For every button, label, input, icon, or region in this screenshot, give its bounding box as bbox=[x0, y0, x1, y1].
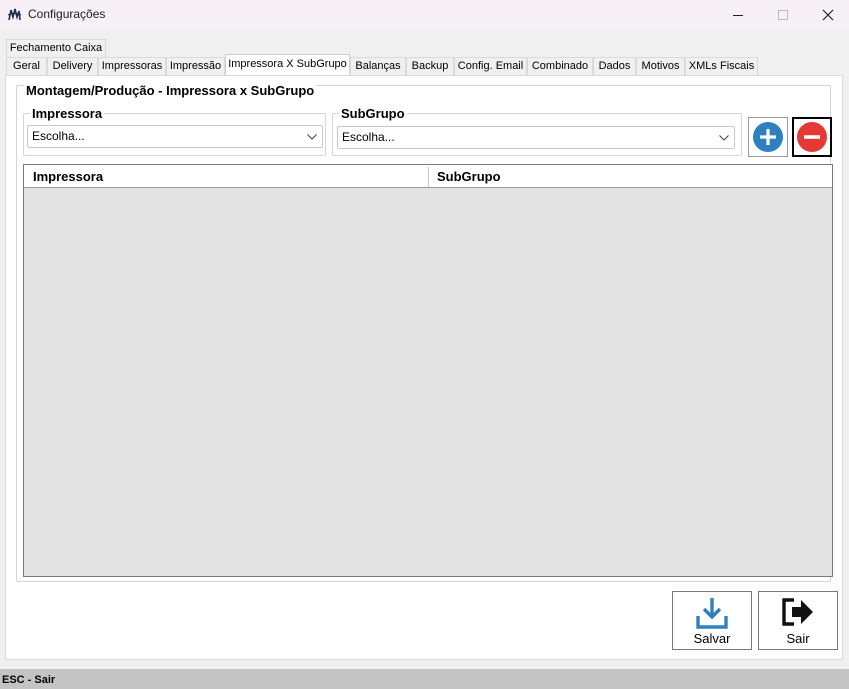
window-title: Configurações bbox=[28, 7, 106, 21]
exit-arrow-icon bbox=[782, 598, 813, 626]
remove-button[interactable] bbox=[792, 117, 832, 157]
maximize-icon bbox=[777, 9, 788, 20]
status-bar: ESC - Sair bbox=[0, 669, 849, 689]
tab-geral[interactable]: Geral bbox=[6, 57, 47, 75]
title-bar: Configurações bbox=[0, 0, 849, 30]
subgrupo-select[interactable]: Escolha... bbox=[337, 126, 735, 149]
minus-circle-icon bbox=[797, 122, 827, 152]
minimize-button[interactable] bbox=[715, 0, 761, 30]
column-header-impressora[interactable]: Impressora bbox=[24, 165, 428, 187]
tab-combinado[interactable]: Combinado bbox=[527, 57, 593, 75]
column-header-subgrupo[interactable]: SubGrupo bbox=[428, 165, 832, 187]
tab-impressoras[interactable]: Impressoras bbox=[98, 57, 166, 75]
close-button[interactable] bbox=[805, 0, 849, 30]
plus-circle-icon bbox=[753, 122, 783, 152]
tab-dados[interactable]: Dados bbox=[593, 57, 636, 75]
tab-delivery[interactable]: Delivery bbox=[47, 57, 98, 75]
impressora-subgrupo-grid[interactable]: Impressora SubGrupo bbox=[23, 164, 833, 577]
impressora-select-value: Escolha... bbox=[32, 129, 85, 143]
tab-impressao[interactable]: Impressão bbox=[166, 57, 225, 75]
chevron-down-icon bbox=[306, 126, 318, 147]
tab-backup[interactable]: Backup bbox=[406, 57, 454, 75]
save-label: Salvar bbox=[693, 631, 731, 646]
tab-config-email[interactable]: Config. Email bbox=[454, 57, 527, 75]
tab-fechamento-caixa[interactable]: Fechamento Caixa bbox=[6, 39, 106, 57]
chevron-down-icon bbox=[718, 127, 730, 148]
close-icon bbox=[822, 9, 834, 21]
tab-page: Montagem/Produção - Impressora x SubGrup… bbox=[5, 75, 843, 660]
save-button[interactable]: Salvar bbox=[672, 591, 752, 650]
app-logo-icon bbox=[7, 8, 22, 21]
maximize-button[interactable] bbox=[760, 0, 806, 30]
exit-button[interactable]: Sair bbox=[758, 591, 838, 650]
tab-impressora-x-subgrupo[interactable]: Impressora X SubGrupo bbox=[225, 54, 350, 75]
add-button[interactable] bbox=[748, 117, 788, 157]
minimize-icon bbox=[732, 14, 743, 16]
subgrupo-label: SubGrupo bbox=[339, 106, 407, 121]
tab-motivos[interactable]: Motivos bbox=[636, 57, 685, 75]
tab-xmls-fiscais[interactable]: XMLs Fiscais bbox=[685, 57, 758, 75]
exit-label: Sair bbox=[786, 631, 810, 646]
group-title: Montagem/Produção - Impressora x SubGrup… bbox=[24, 83, 317, 98]
status-text: ESC - Sair bbox=[2, 674, 56, 686]
subgrupo-select-value: Escolha... bbox=[342, 130, 395, 144]
download-tray-icon bbox=[696, 598, 728, 629]
impressora-label: Impressora bbox=[30, 106, 105, 121]
grid-header: Impressora SubGrupo bbox=[24, 165, 832, 188]
impressora-select[interactable]: Escolha... bbox=[27, 125, 323, 148]
tab-balancas[interactable]: Balanças bbox=[350, 57, 406, 75]
